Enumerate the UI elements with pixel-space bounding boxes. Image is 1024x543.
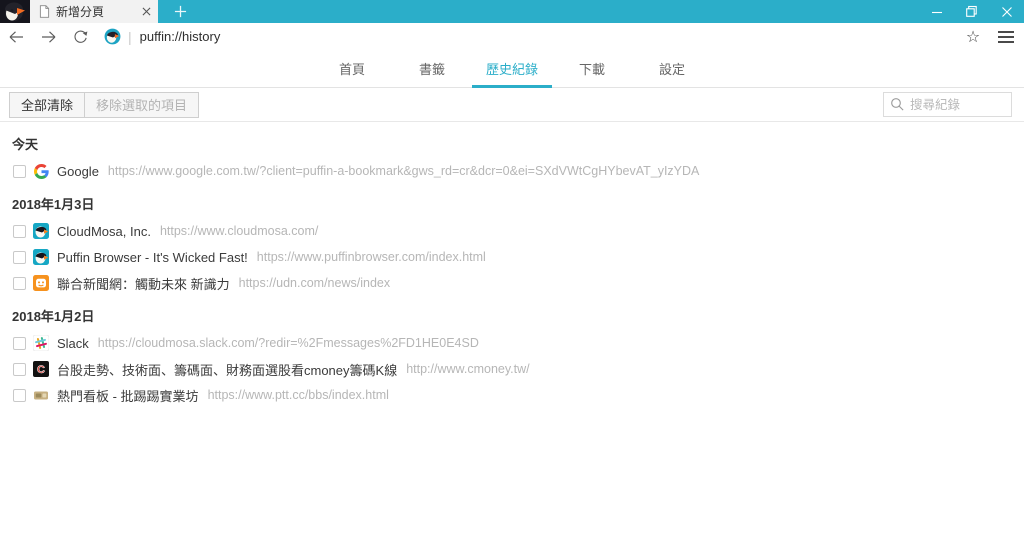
history-item-title[interactable]: 聯合新聞網：觸動未來 新識力 [57, 274, 230, 293]
history-row: CloudMosa, Inc. https://www.cloudmosa.co… [0, 218, 1024, 244]
minimize-icon [931, 11, 942, 13]
browser-tab[interactable]: 新增分頁 [30, 0, 158, 23]
back-button[interactable] [0, 23, 32, 50]
close-button[interactable] [989, 0, 1024, 23]
history-row: Puffin Browser - It's Wicked Fast! https… [0, 244, 1024, 270]
history-item-checkbox[interactable] [13, 224, 26, 238]
bookmark-star-button[interactable]: ☆ [958, 23, 988, 50]
tab-downloads[interactable]: 下載 [552, 50, 632, 87]
history-item-url: https://udn.com/news/index [238, 276, 391, 290]
tab-history[interactable]: 歷史紀錄 [472, 50, 552, 88]
history-item-url: https://www.puffinbrowser.com/index.html [256, 250, 486, 264]
history-row: 聯合新聞網：觸動未來 新識力 https://udn.com/news/inde… [0, 270, 1024, 296]
puffin-favicon [104, 28, 121, 45]
tab-close-icon[interactable] [142, 7, 151, 16]
history-row: Google https://www.google.com.tw/?client… [0, 158, 1024, 184]
history-item-url: https://www.cloudmosa.com/ [159, 224, 319, 238]
restore-button[interactable] [954, 0, 989, 23]
history-item-title[interactable]: CloudMosa, Inc. [57, 224, 151, 239]
refresh-icon [73, 30, 87, 43]
history-list: 今天 Google https://www.google.com.tw/?cli… [0, 122, 1024, 408]
history-item-title[interactable]: Puffin Browser - It's Wicked Fast! [57, 250, 248, 265]
tab-settings[interactable]: 設定 [632, 50, 712, 87]
tab-home[interactable]: 首頁 [312, 50, 392, 87]
puffin-site-favicon [33, 249, 49, 265]
refresh-button[interactable] [64, 23, 96, 50]
tab-title: 新增分頁 [56, 5, 105, 19]
minimize-button[interactable] [919, 0, 954, 23]
history-item-url: http://www.cmoney.tw/ [406, 362, 530, 376]
history-item-url: https://cloudmosa.slack.com/?redir=%2Fme… [97, 336, 479, 350]
history-item-url: https://www.ptt.cc/bbs/index.html [207, 388, 389, 402]
slack-favicon [33, 335, 49, 351]
star-icon: ☆ [965, 28, 981, 46]
history-row: C 台股走勢、技術面、籌碼面、財務面選股看cmoney籌碼K線 http://w… [0, 356, 1024, 382]
ptt-favicon [33, 387, 49, 403]
puffin-logo [0, 0, 30, 23]
history-row: 熱門看板 - 批踢踢實業坊 https://www.ptt.cc/bbs/ind… [0, 382, 1024, 408]
puffin-site-favicon [33, 223, 49, 239]
history-item-title[interactable]: 熱門看板 - 批踢踢實業坊 [57, 386, 199, 405]
close-icon [1001, 6, 1012, 17]
forward-button[interactable] [32, 23, 64, 50]
url-text: puffin://history [139, 29, 221, 44]
page-nav-tabs: 首頁 書籤 歷史紀錄 下載 設定 [0, 50, 1024, 88]
address-separator: | [128, 28, 132, 45]
svg-text:C: C [37, 364, 45, 376]
action-bar: 全部清除 移除選取的項目 [0, 88, 1024, 122]
cmoney-favicon: C [33, 361, 49, 377]
section-date-header: 今天 [12, 137, 39, 152]
history-item-checkbox[interactable] [13, 362, 26, 376]
toolbar: | puffin://history ☆ [0, 23, 1024, 50]
plus-icon [174, 5, 186, 18]
new-tab-button[interactable] [158, 0, 202, 23]
search-icon [891, 98, 904, 111]
address-bar[interactable]: | puffin://history [104, 23, 958, 50]
restore-icon [966, 5, 977, 17]
history-item-checkbox[interactable] [13, 336, 26, 350]
history-item-checkbox[interactable] [13, 388, 26, 402]
history-row: Slack https://cloudmosa.slack.com/?redir… [0, 330, 1024, 356]
history-item-checkbox[interactable] [13, 250, 26, 264]
history-item-checkbox[interactable] [13, 164, 26, 178]
forward-arrow-icon [41, 30, 55, 43]
section-date-header: 2018年1月3日 [12, 197, 95, 212]
udn-favicon [33, 275, 49, 291]
section-date-header: 2018年1月2日 [12, 309, 95, 324]
back-arrow-icon [9, 30, 23, 43]
history-item-url: https://www.google.com.tw/?client=puffin… [107, 164, 700, 178]
search-box[interactable] [883, 92, 1012, 117]
tab-bookmarks[interactable]: 書籤 [392, 50, 472, 87]
puffin-bird-icon [4, 1, 25, 21]
hamburger-icon [998, 30, 1014, 33]
remove-selected-button[interactable]: 移除選取的項目 [84, 91, 200, 118]
google-favicon [33, 163, 49, 179]
menu-button[interactable] [988, 23, 1024, 50]
clear-all-button[interactable]: 全部清除 [9, 91, 86, 118]
search-input[interactable] [910, 97, 1005, 112]
title-bar: 新增分頁 [0, 0, 1024, 23]
history-item-title[interactable]: 台股走勢、技術面、籌碼面、財務面選股看cmoney籌碼K線 [57, 360, 397, 379]
history-item-title[interactable]: Slack [57, 336, 89, 351]
titlebar-drag-area [202, 0, 919, 23]
page-icon [39, 5, 50, 18]
history-item-checkbox[interactable] [13, 276, 26, 290]
history-item-title[interactable]: Google [57, 164, 99, 179]
